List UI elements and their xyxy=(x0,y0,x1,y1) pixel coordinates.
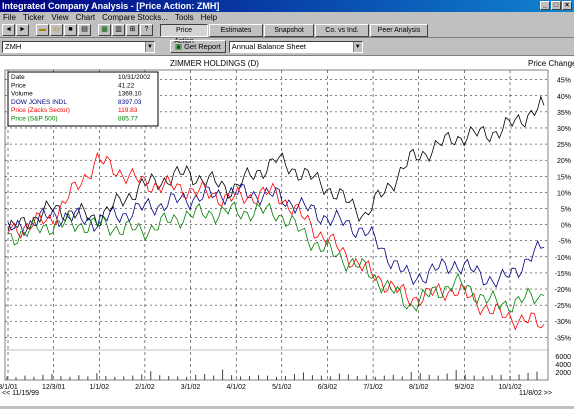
chevron-down-icon[interactable]: ▼ xyxy=(145,41,154,52)
y-tick-label: 5% xyxy=(561,207,571,214)
volume-tick-label: 6000 xyxy=(555,354,571,361)
info-value: 10/31/2002 xyxy=(118,74,151,81)
save-icon[interactable]: ■ xyxy=(64,24,77,36)
x-tick-label: 5/1/02 xyxy=(272,384,292,391)
info-label: Price xyxy=(11,82,26,89)
window-titlebar: Integrated Company Analysis - [Price Act… xyxy=(0,0,574,12)
get-report-button[interactable]: ▣ Get Report xyxy=(170,40,226,53)
grid-icon[interactable]: ▦ xyxy=(98,24,111,36)
y-tick-label: -15% xyxy=(555,271,571,278)
x-tick-label: 1/1/02 xyxy=(90,384,110,391)
volume-tick-label: 2000 xyxy=(555,370,571,377)
y-tick-label: 10% xyxy=(557,190,571,197)
y-tick-label: -35% xyxy=(555,335,571,342)
window-title: Integrated Company Analysis - [Price Act… xyxy=(2,1,220,11)
chart-title: ZIMMER HOLDINGS (D) xyxy=(170,59,259,68)
menu-chart[interactable]: Chart xyxy=(76,12,96,23)
x-tick-label: 9/2/02 xyxy=(455,384,475,391)
y-tick-label: 0% xyxy=(561,223,571,230)
menu-tools[interactable]: Tools xyxy=(175,12,194,23)
tab-peer-analysis[interactable]: Peer Analysis xyxy=(370,23,428,37)
back-arrow-icon[interactable]: ◄ xyxy=(2,24,15,36)
price-chart[interactable]: ZIMMER HOLDINGS (D) Price Change 45% 40% 3… xyxy=(0,56,574,407)
open-folder-icon[interactable]: ▬ xyxy=(36,24,49,36)
x-tick-label: 7/1/02 xyxy=(363,384,383,391)
price-change-label: Price Change xyxy=(528,59,574,68)
help-icon[interactable]: ? xyxy=(140,24,153,36)
info-value: 1369.10 xyxy=(118,91,142,98)
y-tick-label: -20% xyxy=(555,287,571,294)
info-label: Date xyxy=(11,74,25,81)
info-legend: Date 10/31/2002 Price 41.22 Volume 1369.10 DOW… xyxy=(7,71,159,127)
menu-view[interactable]: View xyxy=(51,12,68,23)
series-line-2 xyxy=(7,151,545,331)
get-report-label: Get Report xyxy=(184,42,221,51)
y-tick-label: 15% xyxy=(557,174,571,181)
info-label: Price (Zacks Sector) xyxy=(11,107,70,114)
x-tick-label: 12/3/01 xyxy=(42,384,65,391)
menu-ticker[interactable]: Ticker xyxy=(23,12,44,23)
info-value: 885.77 xyxy=(118,116,138,123)
y-tick-label: 25% xyxy=(557,142,571,149)
forward-arrow-icon[interactable]: ► xyxy=(16,24,29,36)
info-label: DOW JONES INDL xyxy=(11,99,67,106)
price-chart-panel: ZIMMER HOLDINGS (D) Price Change 45% 40% 3… xyxy=(0,55,574,406)
y-tick-label: 30% xyxy=(557,126,571,133)
report-type-combo[interactable]: Annual Balance Sheet ▼ xyxy=(228,40,363,53)
toolbar: ◄ ► ▬ ▭ ■ ▤ ▦ ▥ ⊞ ? Price Action Estimat… xyxy=(0,23,574,45)
report-icon[interactable]: ▥ xyxy=(112,24,125,36)
info-value: 119.83 xyxy=(118,107,138,114)
tab-estimates[interactable]: Estimates xyxy=(209,23,263,37)
y-tick-label: -5% xyxy=(559,239,571,246)
series-line-1 xyxy=(7,183,545,289)
x-footer-left[interactable]: << 11/15/99 xyxy=(2,390,39,397)
ticker-combo[interactable]: ZMH ▼ xyxy=(2,40,155,53)
ticker-value: ZMH xyxy=(5,41,22,51)
close-button[interactable]: × xyxy=(562,1,572,10)
x-footer-right[interactable]: 11/8/02 >> xyxy=(519,390,552,397)
x-axis: 8/1/01 12/3/01 1/1/02 2/1/02 3/1/02 4/1/02 5/1… xyxy=(0,384,522,391)
x-tick-label: 6/3/02 xyxy=(318,384,338,391)
tab-snapshot[interactable]: Snapshot xyxy=(264,23,314,37)
y-axis: 45% 40% 35% 30% 25% 20% 15% 10% 5% 0% -5% -10% -15% -… xyxy=(555,78,571,377)
y-tick-label: 45% xyxy=(557,78,571,85)
y-tick-label: -10% xyxy=(555,255,571,262)
info-label: Volume xyxy=(11,91,33,98)
x-tick-label: 2/1/02 xyxy=(135,384,155,391)
info-value: 8397.03 xyxy=(118,99,142,106)
volume-bars xyxy=(6,369,538,380)
minimize-button[interactable]: _ xyxy=(540,1,550,10)
info-value: 41.22 xyxy=(118,82,135,89)
zoom-icon[interactable]: ⊞ xyxy=(126,24,139,36)
menu-help[interactable]: Help xyxy=(201,12,217,23)
y-tick-label: -30% xyxy=(555,319,571,326)
report-icon: ▣ xyxy=(175,42,183,51)
controls-row: ZMH ▼ ▣ Get Report Annual Balance Sheet … xyxy=(0,39,574,54)
menu-compare-stocks[interactable]: Compare Stocks... xyxy=(102,12,168,23)
info-label: Price (S&P 500) xyxy=(11,116,57,123)
y-tick-label: -25% xyxy=(555,303,571,310)
x-tick-label: 4/1/02 xyxy=(226,384,246,391)
maximize-button[interactable]: □ xyxy=(551,1,561,10)
y-tick-label: 40% xyxy=(557,94,571,101)
volume-tick-label: 4000 xyxy=(555,362,571,369)
print-icon[interactable]: ▤ xyxy=(78,24,91,36)
tab-price-action[interactable]: Price Action xyxy=(160,23,208,45)
y-tick-label: 20% xyxy=(557,158,571,165)
report-type-value: Annual Balance Sheet xyxy=(231,41,307,51)
chevron-down-icon[interactable]: ▼ xyxy=(352,41,362,52)
x-tick-label: 8/1/02 xyxy=(409,384,429,391)
menu-bar: File Ticker View Chart Compare Stocks...… xyxy=(0,12,574,23)
tab-co-vs-ind[interactable]: Co. vs Ind. xyxy=(315,23,369,37)
y-tick-label: 35% xyxy=(557,110,571,117)
price-series xyxy=(7,95,545,331)
x-tick-label: 3/1/02 xyxy=(181,384,201,391)
open-icon[interactable]: ▭ xyxy=(50,24,63,36)
menu-file[interactable]: File xyxy=(3,12,16,23)
